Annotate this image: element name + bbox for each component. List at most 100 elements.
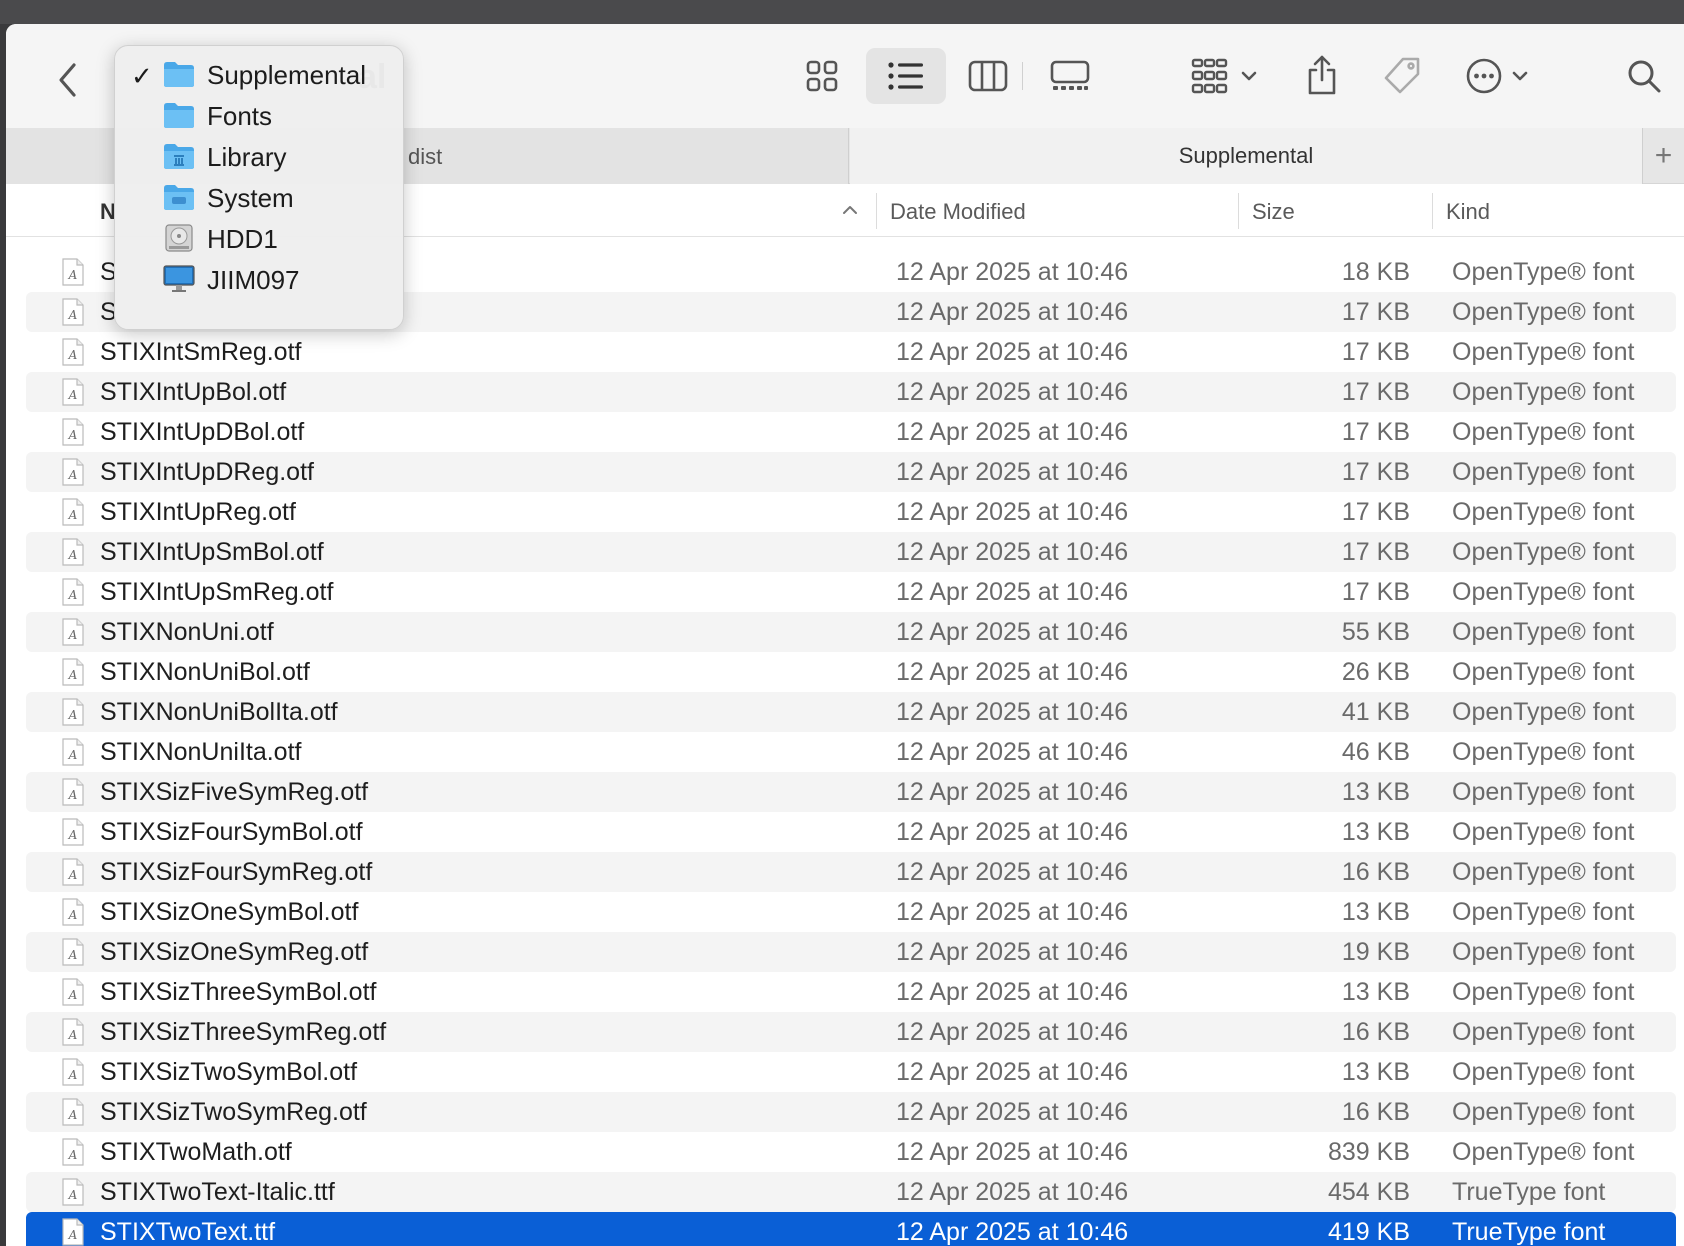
file-size: 18 KB — [1341, 258, 1410, 286]
chevron-left-icon — [59, 63, 76, 97]
file-name: STIXIntUpDBol.otf — [100, 418, 305, 446]
file-size: 26 KB — [1341, 658, 1410, 686]
font-file-icon: A — [62, 378, 84, 406]
file-name: STIXTwoText.ttf — [100, 1218, 276, 1246]
column-header-date-modified[interactable]: Date Modified — [890, 199, 1026, 225]
table-row[interactable]: A STIXTwoText-Italic.ttf 12 Apr 2025 at 10… — [26, 1172, 1676, 1212]
svg-text:A: A — [68, 628, 78, 642]
table-row[interactable]: A STIXSizFourSymBol.otf 12 Apr 2025 at 10:… — [26, 812, 1676, 852]
column-divider[interactable] — [1238, 193, 1239, 229]
table-row[interactable]: A STIXIntUpDBol.otf 12 Apr 2025 at 10:46 17… — [26, 412, 1676, 452]
table-row[interactable]: A STIXNonUniBol.otf 12 Apr 2025 at 10:46 26… — [26, 652, 1676, 692]
file-date-modified: 12 Apr 2025 at 10:46 — [896, 1018, 1129, 1046]
table-row[interactable]: A STIXSizFiveSymReg.otf 12 Apr 2025 at 10:… — [26, 772, 1676, 812]
sort-ascending-icon[interactable] — [842, 199, 858, 227]
font-file-icon: A — [62, 658, 84, 686]
font-file-icon: A — [62, 938, 84, 966]
file-kind: OpenType® font — [1452, 498, 1635, 526]
tag-button[interactable] — [1376, 50, 1428, 102]
column-header-size[interactable]: Size — [1252, 199, 1295, 225]
svg-text:A: A — [68, 508, 78, 522]
path-menu-item-hdd1[interactable]: HDD1 — [115, 217, 405, 261]
table-row[interactable]: A STIXNonUni.otf 12 Apr 2025 at 10:46 55 KB… — [26, 612, 1676, 652]
svg-text:A: A — [68, 348, 78, 362]
svg-text:A: A — [68, 788, 78, 802]
file-date-modified: 12 Apr 2025 at 10:46 — [896, 978, 1129, 1006]
file-date-modified: 12 Apr 2025 at 10:46 — [896, 858, 1129, 886]
file-date-modified: 12 Apr 2025 at 10:46 — [896, 898, 1129, 926]
font-file-icon: A — [62, 1058, 84, 1086]
file-size: 41 KB — [1341, 698, 1410, 726]
table-row[interactable]: A STIXSizTwoSymReg.otf 12 Apr 2025 at 10:4… — [26, 1092, 1676, 1132]
icon-view-button[interactable] — [796, 50, 848, 102]
gallery-view-icon — [1050, 60, 1090, 90]
file-size: 17 KB — [1341, 378, 1410, 406]
file-date-modified: 12 Apr 2025 at 10:46 — [896, 298, 1129, 326]
new-tab-button[interactable]: + — [1642, 128, 1684, 184]
window-top-edge — [0, 0, 1684, 24]
table-row[interactable]: A STIXNonUniIta.otf 12 Apr 2025 at 10:46 46… — [26, 732, 1676, 772]
file-size: 17 KB — [1341, 498, 1410, 526]
font-file-icon: A — [62, 738, 84, 766]
back-button[interactable] — [42, 54, 94, 106]
table-row[interactable]: A STIXSizFourSymReg.otf 12 Apr 2025 at 10:… — [26, 852, 1676, 892]
list-view-button[interactable] — [866, 48, 946, 104]
path-menu-item-system[interactable]: System — [115, 176, 405, 220]
file-name: STIXNonUniBolIta.otf — [100, 698, 338, 726]
column-header-kind[interactable]: Kind — [1446, 199, 1490, 225]
more-actions-button[interactable] — [1458, 50, 1542, 102]
table-row[interactable]: A STIXNonUniBolIta.otf 12 Apr 2025 at 10:4… — [26, 692, 1676, 732]
table-row[interactable]: A STIXTwoMath.otf 12 Apr 2025 at 10:46 839 … — [26, 1132, 1676, 1172]
search-button[interactable] — [1618, 50, 1670, 102]
gallery-view-button[interactable] — [1042, 50, 1098, 102]
column-divider[interactable] — [1432, 193, 1433, 229]
file-date-modified: 12 Apr 2025 at 10:46 — [896, 498, 1129, 526]
path-menu-item-fonts[interactable]: Fonts — [115, 94, 405, 138]
table-row[interactable]: A STIXSizThreeSymBol.otf 12 Apr 2025 at 10… — [26, 972, 1676, 1012]
file-date-modified: 12 Apr 2025 at 10:46 — [896, 378, 1129, 406]
tab-supplemental[interactable]: Supplemental — [850, 128, 1642, 184]
path-menu-item-library[interactable]: Library — [115, 135, 405, 179]
table-row[interactable]: A STIXSizOneSymBol.otf 12 Apr 2025 at 10:4… — [26, 892, 1676, 932]
font-file-icon: A — [62, 618, 84, 646]
table-row-selected[interactable]: A STIXTwoText.ttf 12 Apr 2025 at 10:46 419 … — [26, 1212, 1676, 1246]
file-date-modified: 12 Apr 2025 at 10:46 — [896, 578, 1129, 606]
table-row[interactable]: A STIXIntUpSmReg.otf 12 Apr 2025 at 10:46 1… — [26, 572, 1676, 612]
group-by-button[interactable] — [1186, 50, 1266, 102]
file-size: 17 KB — [1341, 298, 1410, 326]
table-row[interactable]: A STIXIntUpDReg.otf 12 Apr 2025 at 10:46 17… — [26, 452, 1676, 492]
list-right-edge — [1676, 238, 1684, 1246]
svg-text:A: A — [68, 748, 78, 762]
file-date-modified: 12 Apr 2025 at 10:46 — [896, 1058, 1129, 1086]
svg-text:A: A — [68, 548, 78, 562]
file-date-modified: 12 Apr 2025 at 10:46 — [896, 938, 1129, 966]
column-view-button[interactable] — [962, 50, 1014, 102]
table-row[interactable]: A STIXIntUpSmBol.otf 12 Apr 2025 at 10:46 1… — [26, 532, 1676, 572]
table-row[interactable]: A STIXSizTwoSymBol.otf 12 Apr 2025 at 10:4… — [26, 1052, 1676, 1092]
column-divider[interactable] — [876, 193, 877, 229]
svg-text:A: A — [68, 1188, 78, 1202]
table-row[interactable]: A STIXSizOneSymReg.otf 12 Apr 2025 at 10:4… — [26, 932, 1676, 972]
table-row[interactable]: A STIXIntSmReg.otf 12 Apr 2025 at 10:46 17 … — [26, 332, 1676, 372]
file-name: STIXSizThreeSymReg.otf — [100, 1018, 387, 1046]
font-file-icon: A — [62, 498, 84, 526]
path-menu-item-label: Supplemental — [207, 60, 366, 90]
table-row[interactable]: A STIXIntUpBol.otf 12 Apr 2025 at 10:46 17 … — [26, 372, 1676, 412]
file-name: STIXIntUpDReg.otf — [100, 458, 314, 486]
tab-label: Supplemental — [1178, 143, 1314, 168]
tag-icon — [1384, 57, 1420, 94]
svg-text:A: A — [68, 388, 78, 402]
share-button[interactable] — [1296, 46, 1348, 104]
path-menu-item-jiim097[interactable]: JIIM097 — [115, 258, 405, 302]
file-size: 13 KB — [1341, 778, 1410, 806]
file-kind: OpenType® font — [1452, 1018, 1635, 1046]
table-row[interactable]: A STIXSizThreeSymReg.otf 12 Apr 2025 at 10… — [26, 1012, 1676, 1052]
font-file-icon: A — [62, 1218, 84, 1246]
table-row[interactable]: A STIXIntUpReg.otf 12 Apr 2025 at 10:46 17 … — [26, 492, 1676, 532]
folder-icon — [163, 100, 195, 130]
path-menu-item-supplemental[interactable]: ✓ Supplemental — [115, 53, 405, 97]
file-size: 17 KB — [1341, 418, 1410, 446]
font-file-icon: A — [62, 1098, 84, 1126]
file-name: STIXIntUpSmReg.otf — [100, 578, 334, 606]
font-file-icon: A — [62, 578, 84, 606]
